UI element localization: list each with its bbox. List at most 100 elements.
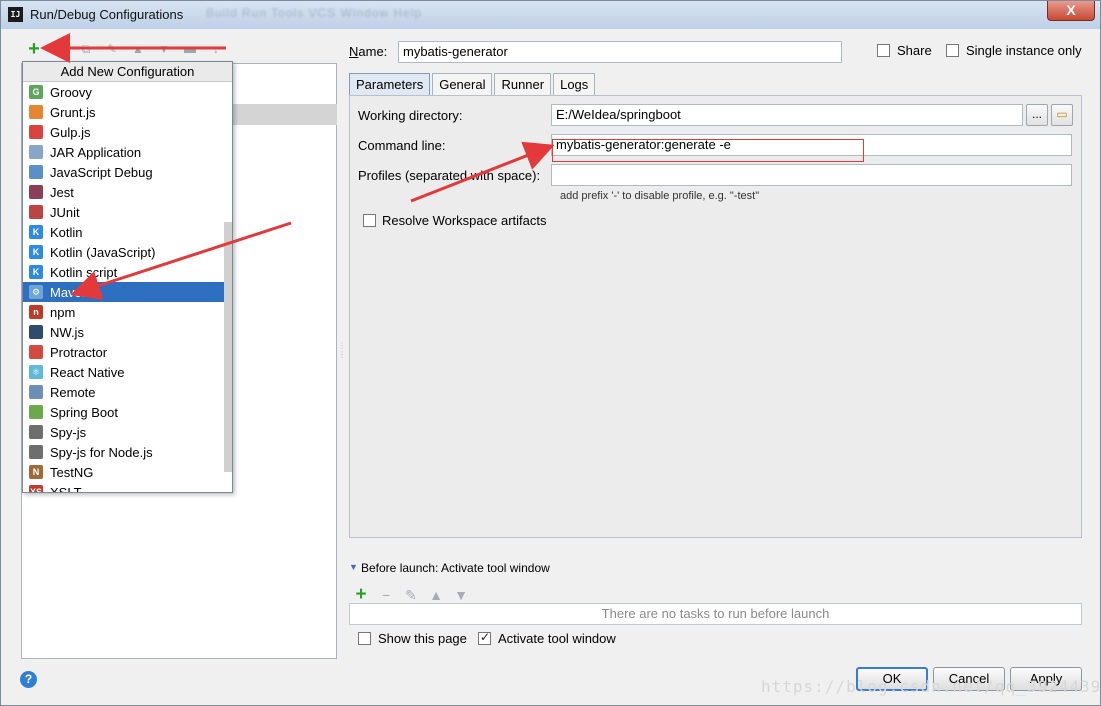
working-dir-label: Working directory: xyxy=(358,108,463,123)
popup-item-maven[interactable]: ⚙ Maven xyxy=(23,282,232,302)
popup-item-label: Grunt.js xyxy=(50,104,96,120)
close-button[interactable]: X xyxy=(1047,1,1095,21)
background-menu-text: Build Run Tools VCS Window Help xyxy=(206,6,423,20)
popup-item-label: Kotlin xyxy=(50,224,83,240)
popup-item-npm[interactable]: n npm xyxy=(23,302,232,322)
name-label: Name: xyxy=(349,44,388,59)
tab-runner[interactable]: Runner xyxy=(494,73,552,95)
popup-item-label: npm xyxy=(50,304,76,320)
folder-icon[interactable]: ▬ xyxy=(182,41,198,57)
run-debug-dialog: IJ Run/Debug Configurations Build Run To… xyxy=(0,0,1101,706)
popup-item-label: Protractor xyxy=(50,344,108,360)
profiles-label: Profiles (separated with space): xyxy=(358,168,541,183)
add-icon[interactable]: + xyxy=(26,38,42,60)
task-down-icon[interactable]: ▼ xyxy=(453,587,469,603)
xslt-icon: XS xyxy=(29,485,43,492)
intellij-logo-icon: IJ xyxy=(8,7,23,22)
jar-icon xyxy=(29,145,43,159)
testng-icon: N xyxy=(29,465,43,479)
single-instance-checkbox[interactable] xyxy=(946,44,959,57)
annotation-highlight-box xyxy=(552,139,864,162)
popup-item-junit[interactable]: JUnit xyxy=(23,202,232,222)
sort-icon[interactable]: ↓ xyxy=(208,41,224,57)
popup-item-xslt[interactable]: XS XSLT xyxy=(23,482,232,492)
popup-item-kotlin-javascript[interactable]: K Kotlin (JavaScript) xyxy=(23,242,232,262)
protractor-icon xyxy=(29,345,43,359)
popup-item-kotlin-script[interactable]: K Kotlin script xyxy=(23,262,232,282)
copy-icon[interactable]: ⧉ xyxy=(78,41,94,57)
share-label: Share xyxy=(897,43,932,58)
resolve-workspace-checkbox[interactable] xyxy=(363,214,376,227)
popup-list: G Groovy Grunt.js Gulp.js JAR Application Jav… xyxy=(23,82,232,492)
splitter-handle[interactable]: ⋮ ⋮ xyxy=(338,341,346,359)
popup-scrollbar[interactable] xyxy=(224,222,232,472)
command-line-label: Command line: xyxy=(358,138,446,153)
popup-item-label: Kotlin script xyxy=(50,264,118,280)
show-page-label: Show this page xyxy=(378,631,467,646)
jest-icon xyxy=(29,185,43,199)
popup-item-gulp-js[interactable]: Gulp.js xyxy=(23,122,232,142)
collapse-triangle-icon[interactable]: ▼ xyxy=(349,562,358,572)
popup-item-label: Maven xyxy=(50,284,90,300)
single-instance-label: Single instance only xyxy=(966,43,1082,58)
wrench-icon[interactable]: ✎ xyxy=(104,41,120,57)
npm-icon: n xyxy=(29,305,43,319)
spy-js-node-icon xyxy=(29,445,43,459)
folder-browse-icon[interactable]: ▭ xyxy=(1051,104,1073,126)
kotlin-js-icon: K xyxy=(29,245,43,259)
show-page-checkbox[interactable] xyxy=(358,632,371,645)
popup-item-protractor[interactable]: Protractor xyxy=(23,342,232,362)
junit-icon xyxy=(29,205,43,219)
popup-item-grunt-js[interactable]: Grunt.js xyxy=(23,102,232,122)
tab-general[interactable]: General xyxy=(432,73,493,95)
popup-item-nw-js[interactable]: NW.js xyxy=(23,322,232,342)
nwjs-icon xyxy=(29,325,43,339)
popup-item-spring-boot[interactable]: Spring Boot xyxy=(23,402,232,422)
popup-item-spy-js-for-node-js[interactable]: Spy-js for Node.js xyxy=(23,442,232,462)
popup-item-javascript-debug[interactable]: JavaScript Debug xyxy=(23,162,232,182)
popup-item-jar-application[interactable]: JAR Application xyxy=(23,142,232,162)
title-bar: IJ Run/Debug Configurations Build Run To… xyxy=(1,1,1100,29)
popup-item-react-native[interactable]: ⚛ React Native xyxy=(23,362,232,382)
task-up-icon[interactable]: ▲ xyxy=(428,587,444,603)
popup-item-testng[interactable]: N TestNG xyxy=(23,462,232,482)
help-icon[interactable]: ? xyxy=(20,671,37,688)
move-up-icon[interactable]: ▲ xyxy=(130,41,146,57)
profiles-field[interactable] xyxy=(551,164,1072,186)
browse-button[interactable]: ... xyxy=(1026,104,1048,126)
popup-item-label: Groovy xyxy=(50,84,92,100)
spring-boot-icon xyxy=(29,405,43,419)
activate-tool-window-label: Activate tool window xyxy=(498,631,616,646)
resolve-workspace-label: Resolve Workspace artifacts xyxy=(382,213,547,228)
tab-logs[interactable]: Logs xyxy=(553,73,596,95)
kotlin-icon: K xyxy=(29,225,43,239)
tab-parameters[interactable]: Parameters xyxy=(349,73,431,95)
popup-item-groovy[interactable]: G Groovy xyxy=(23,82,232,102)
before-launch-list: There are no tasks to run before launch xyxy=(349,603,1082,625)
popup-item-label: React Native xyxy=(50,364,125,380)
activate-tool-window-checkbox[interactable] xyxy=(478,630,491,645)
edit-task-icon[interactable]: ✎ xyxy=(403,587,419,604)
popup-item-jest[interactable]: Jest xyxy=(23,182,232,202)
add-config-popup: Add New Configuration G Groovy Grunt.js Gul… xyxy=(22,61,233,493)
remove-icon[interactable]: − xyxy=(52,41,68,57)
popup-item-label: JAR Application xyxy=(50,144,142,160)
popup-item-label: Jest xyxy=(50,184,74,200)
popup-item-label: NW.js xyxy=(50,324,84,340)
popup-item-label: Kotlin (JavaScript) xyxy=(50,244,156,260)
share-checkbox[interactable] xyxy=(877,44,890,57)
popup-item-spy-js[interactable]: Spy-js xyxy=(23,422,232,442)
maven-icon: ⚙ xyxy=(29,285,43,299)
popup-item-label: JavaScript Debug xyxy=(50,164,153,180)
popup-item-kotlin[interactable]: K Kotlin xyxy=(23,222,232,242)
watermark: https://blog.csdn.net/qq_39244392 xyxy=(761,677,1101,696)
popup-item-label: Spy-js for Node.js xyxy=(50,444,153,460)
popup-item-label: TestNG xyxy=(50,464,94,480)
move-down-icon[interactable]: ▼ xyxy=(156,41,172,57)
name-field[interactable]: mybatis-generator xyxy=(398,41,842,63)
groovy-icon: G xyxy=(29,85,43,99)
working-dir-field[interactable]: E:/WeIdea/springboot xyxy=(551,104,1023,126)
popup-item-remote[interactable]: Remote xyxy=(23,382,232,402)
remove-task-icon[interactable]: − xyxy=(378,587,394,603)
profiles-hint: add prefix '-' to disable profile, e.g. … xyxy=(560,190,760,202)
